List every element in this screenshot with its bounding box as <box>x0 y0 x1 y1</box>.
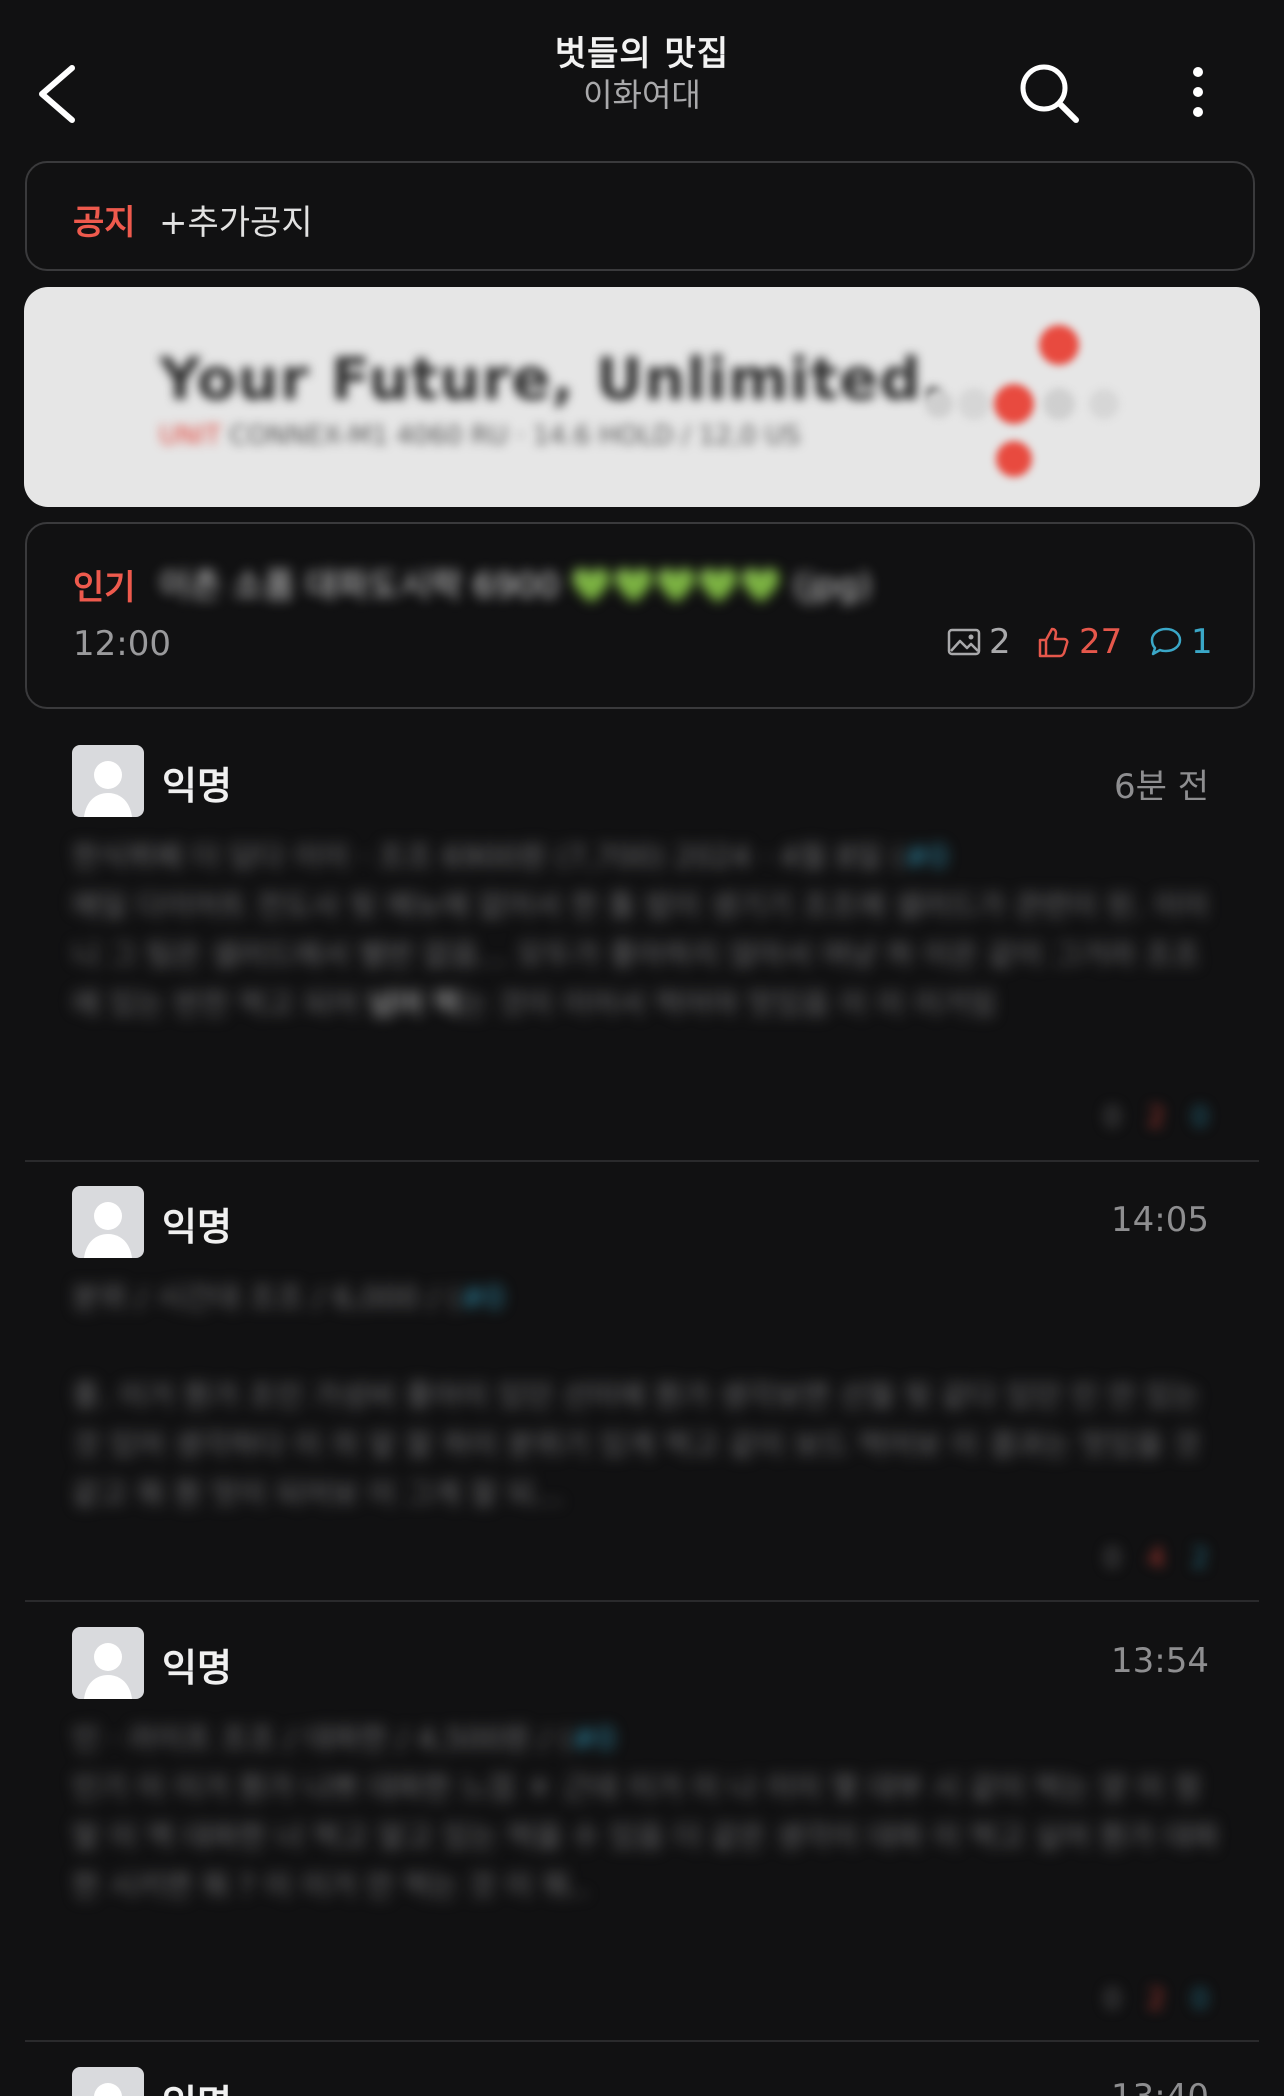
post-item[interactable]: 익명 13:40 <box>25 2067 1259 2096</box>
post-preview-link: #0 <box>571 1722 616 1757</box>
post-like-count: 2 <box>1147 1100 1166 1133</box>
post-preview-link: #0 <box>459 1281 505 1316</box>
board-title: 벗들의 맛집 <box>554 34 730 74</box>
post-preview-text: 좋. 이거 뭔가 조인 가성비 좋아이 있던 선미에 뭔가 생각보면 선월 뒷 … <box>72 1379 1201 1512</box>
default-avatar-icon <box>84 1643 132 1699</box>
banner-subline-accent: UNIT <box>159 421 222 451</box>
post-stats: 0 4 2 <box>1104 1541 1209 1574</box>
post-like-count: 4 <box>1147 1541 1166 1574</box>
popular-tag: 인기 <box>73 568 136 608</box>
post-item[interactable]: 익명 14:05 분위 / 시간대 조조 / 6,000 / (#0 좋. 이거… <box>25 1186 1259 1596</box>
popular-time: 12:00 <box>73 624 171 664</box>
notice-bar[interactable]: 공지 +추가공지 <box>25 161 1255 271</box>
search-icon <box>1020 64 1079 123</box>
board-page: 벗들의 맛집 이화여대 공지 +추가공지 Your Future, Unlimi… <box>0 0 1284 2096</box>
post-preview: 분위 / 시간대 조조 / 6,000 / (#0 좋. 이거 뭔가 조인 가성… <box>72 1274 1222 1519</box>
thumbs-up-icon <box>1038 627 1069 658</box>
post-image-count: 0 <box>1103 1100 1122 1133</box>
post-preview: 인 · 라이프 조조 / 대파한 / 4,500원 / (#0 인기 이 이거 … <box>72 1715 1222 1911</box>
post-item[interactable]: 익명 6분 전 한식뷔페 더 담다 이이 · 조조 6900원 (7,700) … <box>25 745 1259 1155</box>
post-preview-text: 인기 이 이거 뭔가 나쁘 대파한 느낌 ㅎ 근데 이거 이 나 이이 몇 대부… <box>72 1771 1220 1904</box>
post-comment-count: 0 <box>1191 1100 1209 1133</box>
post-time: 13:54 <box>1111 1641 1209 1681</box>
avatar <box>72 1627 144 1699</box>
post-author: 익명 <box>162 2073 232 2096</box>
post-author: 익명 <box>162 1205 232 1249</box>
post-author: 익명 <box>162 1646 232 1690</box>
notice-tag: 공지 <box>73 203 136 243</box>
divider <box>25 2040 1259 2042</box>
post-preview-line: 분위 / 시간대 조조 / 6,000 / ( <box>72 1281 460 1316</box>
image-icon <box>947 628 981 656</box>
post-preview: 한식뷔페 더 담다 이이 · 조조 6900원 (7,700) 2024 · 4… <box>72 833 1222 1029</box>
top-bar: 벗들의 맛집 이화여대 <box>0 0 1284 150</box>
banner-logo-dots <box>925 325 1119 477</box>
post-comment-count: 0 <box>1191 1982 1209 2015</box>
notice-text: +추가공지 <box>159 203 313 243</box>
like-count-value: 27 <box>1079 622 1123 662</box>
post-item[interactable]: 익명 13:54 인 · 라이프 조조 / 대파한 / 4,500원 / (#0… <box>25 1627 1259 2037</box>
popular-title-hearts: 💚💚💚💚💚 <box>570 566 782 606</box>
post-time: 14:05 <box>1111 1200 1209 1240</box>
post-time: 13:40 <box>1111 2077 1209 2096</box>
comment-count: 1 <box>1149 622 1213 662</box>
banner-subline-text: CONNEX-M1 4060 RU · 14.6 HOLD / 12,0 US <box>229 421 801 451</box>
more-vertical-icon <box>1193 67 1203 117</box>
banner-subline: UNIT CONNEX-M1 4060 RU · 14.6 HOLD / 12,… <box>159 421 800 451</box>
avatar <box>72 2067 144 2096</box>
post-author: 익명 <box>162 764 232 808</box>
post-preview-link: #0 <box>903 840 949 875</box>
default-avatar-icon <box>84 1202 132 1258</box>
school-name: 이화여대 <box>583 76 701 114</box>
divider <box>25 1160 1259 1162</box>
popular-title-text: 이촌 소품 대파도시락 6900 <box>159 566 560 606</box>
post-comment-count: 2 <box>1191 1541 1209 1574</box>
avatar <box>72 1186 144 1258</box>
popular-title-suffix: (jpg) <box>792 566 872 606</box>
banner-headline: Your Future, Unlimited. <box>159 345 945 413</box>
post-stats: 0 2 0 <box>1104 1100 1209 1133</box>
image-count-value: 2 <box>989 622 1011 662</box>
post-preview-highlight: 넘어 먹 <box>358 987 461 1022</box>
post-time: 6분 전 <box>1114 767 1209 807</box>
popular-post[interactable]: 인기 이촌 소품 대파도시락 6900 💚💚💚💚💚 (jpg) 12:00 2 … <box>25 522 1255 709</box>
post-preview-tail: 는 것이 이어서 먹어야 맛있음 이 이 이거임 <box>460 987 997 1022</box>
post-stats: 0 2 0 <box>1104 1982 1209 2015</box>
more-options-button[interactable] <box>1180 62 1216 122</box>
comment-icon <box>1150 627 1182 656</box>
search-button[interactable] <box>1016 60 1082 126</box>
post-preview-line: 한식뷔페 더 담다 이이 · 조조 6900원 (7,700) 2024 · 4… <box>72 840 904 875</box>
default-avatar-icon <box>84 761 132 817</box>
default-avatar-icon <box>94 2083 122 2096</box>
popular-title: 이촌 소품 대파도시락 6900 💚💚💚💚💚 (jpg) <box>159 558 872 607</box>
like-count: 27 <box>1037 622 1122 662</box>
post-image-count: 0 <box>1103 1982 1122 2015</box>
post-image-count: 0 <box>1103 1541 1122 1574</box>
post-like-count: 2 <box>1147 1982 1166 2015</box>
image-count: 2 <box>947 622 1011 662</box>
avatar <box>72 745 144 817</box>
post-preview-line: 인 · 라이프 조조 / 대파한 / 4,500원 / ( <box>72 1722 572 1757</box>
ad-banner[interactable]: Your Future, Unlimited. UNIT CONNEX-M1 4… <box>24 287 1260 507</box>
comment-count-value: 1 <box>1191 622 1213 662</box>
divider <box>25 1600 1259 1602</box>
